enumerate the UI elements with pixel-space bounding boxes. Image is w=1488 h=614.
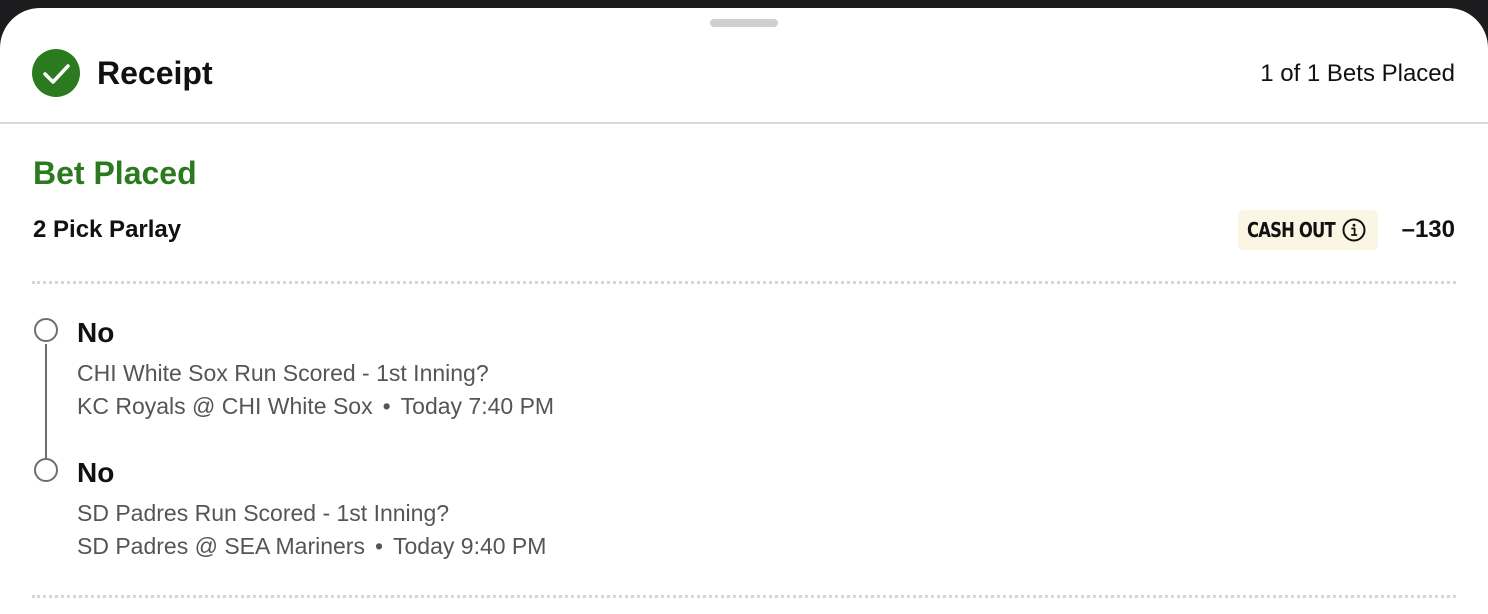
pick-2-selection: No bbox=[77, 457, 115, 488]
bet-type: 2 Pick Parlay bbox=[33, 216, 182, 243]
bets-placed-count: 1 of 1 Bets Placed bbox=[1260, 60, 1455, 87]
pick-1-matchup: KC Royals @ CHI White Sox bbox=[77, 393, 373, 419]
pick-status-circle-icon bbox=[34, 458, 58, 482]
receipt-sheet: Receipt 1 of 1 Bets Placed Bet Placed 2 … bbox=[0, 8, 1488, 614]
divider bbox=[32, 281, 1456, 284]
timeline-connector bbox=[45, 344, 47, 468]
pick-2-matchup: SD Padres @ SEA Mariners bbox=[77, 533, 365, 559]
parlay-odds: –130 bbox=[1401, 216, 1455, 243]
page-title: Receipt bbox=[97, 55, 213, 91]
pick-status-circle-icon bbox=[34, 318, 58, 342]
bet-status: Bet Placed bbox=[33, 155, 197, 191]
divider bbox=[32, 595, 1456, 598]
receipt-header: Receipt 1 of 1 Bets Placed bbox=[0, 8, 1488, 124]
pick-2-market: SD Padres Run Scored - 1st Inning? bbox=[77, 500, 450, 526]
cash-out-button[interactable]: CASH OUT bbox=[1238, 210, 1378, 250]
bullet-separator: • bbox=[382, 393, 391, 419]
pick-1-time: Today 7:40 PM bbox=[400, 393, 555, 419]
cash-out-label: CASH OUT bbox=[1247, 218, 1336, 242]
check-circle-icon bbox=[32, 49, 80, 97]
bullet-separator: • bbox=[374, 533, 384, 559]
pick-1-selection: No bbox=[77, 317, 115, 348]
info-icon[interactable] bbox=[1342, 218, 1366, 242]
pick-1-market: CHI White Sox Run Scored - 1st Inning? bbox=[77, 360, 489, 386]
pick-2-time: Today 9:40 PM bbox=[393, 533, 547, 559]
pick-1-event: KC Royals @ CHI White Sox • Today 7:40 PM bbox=[77, 391, 554, 421]
pick-2-event: SD Padres @ SEA Mariners • Today 9:40 PM bbox=[77, 531, 546, 561]
